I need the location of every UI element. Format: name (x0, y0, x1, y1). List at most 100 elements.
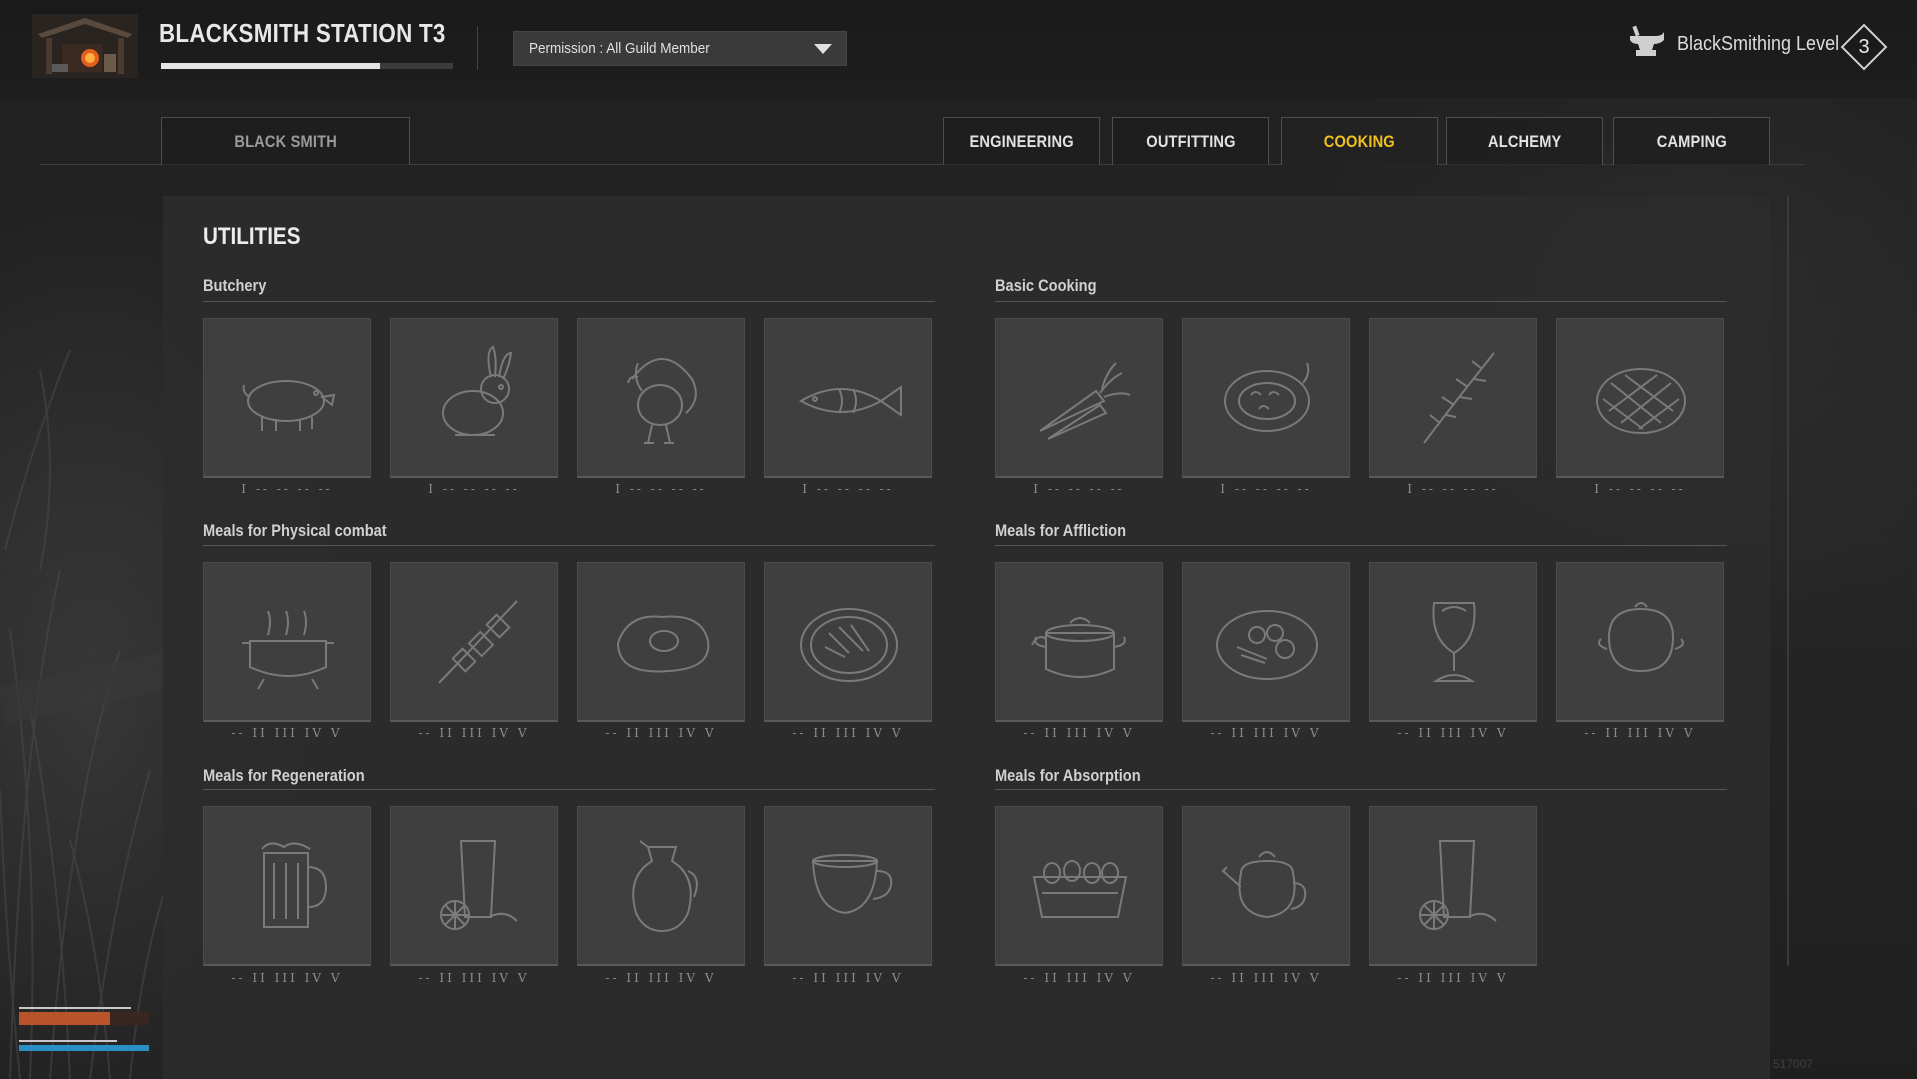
recipe-card[interactable] (1369, 806, 1537, 966)
cooking-pot-icon (242, 610, 334, 690)
recipe-tier-indicator: I -- -- -- -- (1220, 482, 1312, 496)
recipe-card[interactable] (995, 318, 1163, 478)
recipe-tier-indicator: I -- -- -- -- (1407, 482, 1499, 496)
pig-icon (242, 380, 336, 431)
recipe-card[interactable] (1556, 318, 1724, 478)
stamina-bar-outline (19, 1040, 117, 1042)
recipe-card[interactable] (1369, 318, 1537, 478)
section-divider (203, 789, 935, 790)
recipe-card[interactable] (577, 318, 745, 478)
recipe-tier-indicator: I -- -- -- -- (1594, 482, 1686, 496)
pie-icon (1596, 368, 1686, 434)
stamina-bar (19, 1045, 149, 1051)
teapot-icon (1221, 851, 1307, 919)
anvil-icon (1630, 25, 1664, 56)
recipe-tier-indicator: I -- -- -- -- (241, 482, 333, 496)
chevron-down-icon (814, 44, 832, 54)
recipe-tier-indicator: -- II III IV V (605, 971, 717, 985)
recipe-tier-indicator: -- II III IV V (1397, 971, 1509, 985)
station-progress-fill (161, 63, 380, 69)
recipe-tier-indicator: -- II III IV V (1023, 726, 1135, 740)
recipe-tier-indicator: I -- -- -- -- (615, 482, 707, 496)
header-bar: BLACKSMITH STATION T3 Permission : All G… (0, 0, 1917, 98)
scrollbar-track[interactable] (1787, 196, 1789, 966)
egg-crate-icon (1032, 860, 1128, 918)
section-title: Basic Cooking (995, 276, 1097, 295)
skewer-icon (438, 600, 518, 684)
rosemary-icon (1423, 352, 1495, 444)
clay-pot-icon (1598, 602, 1684, 673)
recipe-card[interactable] (203, 562, 371, 722)
recipe-card[interactable] (1369, 562, 1537, 722)
station-progress-bar (161, 63, 453, 69)
recipe-card[interactable] (764, 318, 932, 478)
recipe-card[interactable] (390, 318, 558, 478)
section-title: Meals for Absorption (995, 766, 1141, 785)
lemon-juice-icon (440, 840, 518, 930)
recipe-tier-indicator: -- II III IV V (1397, 726, 1509, 740)
recipe-tier-indicator: -- II III IV V (792, 726, 904, 740)
health-bar (19, 1012, 149, 1025)
lemon-juice-icon (1419, 840, 1497, 930)
dish-plate-icon (1216, 610, 1318, 680)
recipe-card[interactable] (1182, 806, 1350, 966)
blacksmithing-level-label: BlackSmithing Level (1677, 33, 1840, 55)
section-title: Meals for Affliction (995, 521, 1127, 540)
stamina-bar-fill (19, 1045, 149, 1051)
blacksmith-station-icon (32, 14, 138, 78)
recipe-card[interactable] (203, 806, 371, 966)
header-divider (477, 26, 478, 70)
goblet-icon (1432, 602, 1476, 682)
section-title: Meals for Physical combat (203, 521, 387, 540)
recipe-card[interactable] (764, 562, 932, 722)
tab-alchemy[interactable]: ALCHEMY (1446, 117, 1603, 165)
recipe-card[interactable] (390, 562, 558, 722)
recipe-tier-indicator: -- II III IV V (231, 971, 343, 985)
recipe-card[interactable] (995, 562, 1163, 722)
recipe-tier-indicator: -- II III IV V (605, 726, 717, 740)
recipe-card[interactable] (1182, 318, 1350, 478)
beer-mug-icon (261, 842, 328, 928)
recipe-tier-indicator: -- II III IV V (231, 726, 343, 740)
tab-engineering[interactable]: ENGINEERING (943, 117, 1100, 165)
section-divider (995, 545, 1727, 546)
pitcher-icon (632, 840, 698, 933)
recipe-card[interactable] (577, 562, 745, 722)
recipe-tier-indicator: -- II III IV V (1210, 971, 1322, 985)
blacksmithing-level-value: 3 (1858, 35, 1870, 58)
tab-outfitting[interactable]: OUTFITTING (1112, 117, 1269, 165)
tab-cooking[interactable]: COOKING (1281, 117, 1438, 165)
tab-black-smith[interactable]: BLACK SMITH (161, 117, 410, 165)
recipe-tier-indicator: I -- -- -- -- (1033, 482, 1125, 496)
tea-cup-icon (811, 854, 893, 915)
recipe-tier-indicator: I -- -- -- -- (428, 482, 520, 496)
section-title: Meals for Regeneration (203, 766, 365, 785)
recipe-card[interactable] (577, 806, 745, 966)
station-title: BLACKSMITH STATION T3 (159, 18, 446, 48)
fish-icon (798, 385, 902, 417)
tomato-icon (1224, 362, 1310, 432)
recipe-card[interactable] (1556, 562, 1724, 722)
section-divider (995, 301, 1727, 302)
section-divider (995, 789, 1727, 790)
permission-label: Permission : All Guild Member (529, 40, 710, 57)
salad-plate-icon (800, 608, 898, 682)
grass-decoration (0, 349, 170, 1079)
recipe-card[interactable] (390, 806, 558, 966)
tab-camping[interactable]: CAMPING (1613, 117, 1770, 165)
build-watermark: 517007 (1773, 1057, 1814, 1071)
recipe-card[interactable] (1182, 562, 1350, 722)
permission-dropdown[interactable]: Permission : All Guild Member (513, 31, 847, 66)
recipe-tier-indicator: -- II III IV V (418, 726, 530, 740)
carrot-icon (1039, 362, 1131, 440)
recipe-tier-indicator: I -- -- -- -- (802, 482, 894, 496)
recipe-tier-indicator: -- II III IV V (418, 971, 530, 985)
fried-egg-icon (616, 615, 710, 673)
recipe-tier-indicator: -- II III IV V (1023, 971, 1135, 985)
recipe-card[interactable] (764, 806, 932, 966)
recipe-card[interactable] (995, 806, 1163, 966)
stew-pot-icon (1031, 617, 1126, 678)
turkey-icon (627, 358, 697, 444)
recipe-tier-indicator: -- II III IV V (1210, 726, 1322, 740)
recipe-card[interactable] (203, 318, 371, 478)
